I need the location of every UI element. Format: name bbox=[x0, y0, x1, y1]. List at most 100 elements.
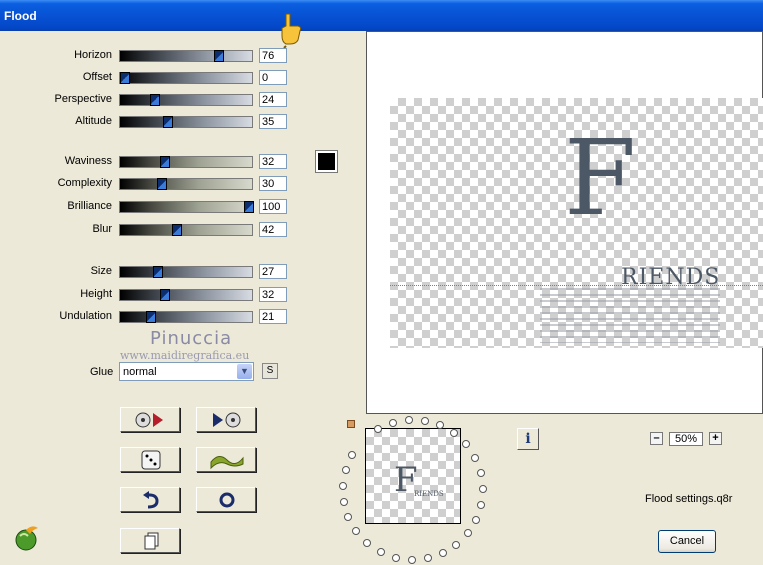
dot-start-marker[interactable] bbox=[347, 420, 355, 428]
slider-value-input[interactable]: 32 bbox=[259, 154, 287, 169]
slider-track[interactable] bbox=[119, 94, 253, 106]
slider-track[interactable] bbox=[119, 311, 253, 323]
slider-value-input[interactable]: 21 bbox=[259, 309, 287, 324]
point-dot[interactable] bbox=[472, 516, 480, 524]
slider-track[interactable] bbox=[119, 50, 253, 62]
slider-row: Perspective 24 bbox=[0, 92, 290, 108]
small-preview-word: RIENDS bbox=[414, 490, 444, 498]
slider-value-input[interactable]: 35 bbox=[259, 114, 287, 129]
randomize-button[interactable] bbox=[120, 447, 180, 472]
wave-icon bbox=[210, 456, 244, 470]
slider-track[interactable] bbox=[119, 116, 253, 128]
save-preset-button[interactable] bbox=[196, 407, 256, 432]
glue-select[interactable]: normal ▼ bbox=[119, 362, 254, 381]
point-dot[interactable] bbox=[339, 482, 347, 490]
slider-track[interactable] bbox=[119, 178, 253, 190]
pointing-hand-icon bbox=[281, 13, 302, 48]
navigator-preview[interactable]: F RIENDS bbox=[365, 428, 461, 524]
plugin-logo-icon bbox=[15, 526, 38, 551]
glue-value: normal bbox=[123, 366, 157, 378]
slider-track[interactable] bbox=[119, 156, 253, 168]
point-dot[interactable] bbox=[342, 466, 350, 474]
slider-row: Complexity 30 bbox=[0, 176, 290, 192]
point-dot[interactable] bbox=[363, 539, 371, 547]
slider-value-input[interactable]: 30 bbox=[259, 176, 287, 191]
copy-button[interactable] bbox=[120, 528, 180, 553]
point-dot[interactable] bbox=[344, 513, 352, 521]
point-dot[interactable] bbox=[348, 451, 356, 459]
slider-label: Waviness bbox=[64, 155, 112, 167]
point-dot[interactable] bbox=[421, 417, 429, 425]
slider-label: Size bbox=[90, 265, 112, 277]
cancel-button[interactable]: Cancel bbox=[658, 530, 716, 553]
load-preset-button[interactable] bbox=[120, 407, 180, 432]
slider-thumb[interactable] bbox=[244, 201, 254, 213]
point-dot[interactable] bbox=[392, 554, 400, 562]
slider-track[interactable] bbox=[119, 289, 253, 301]
point-dot[interactable] bbox=[479, 485, 487, 493]
point-dot[interactable] bbox=[408, 556, 416, 564]
slider-thumb[interactable] bbox=[172, 224, 182, 236]
point-dot[interactable] bbox=[450, 429, 458, 437]
point-dot[interactable] bbox=[471, 454, 479, 462]
main-preview[interactable]: F RIENDS bbox=[366, 31, 763, 414]
zoom-in-button[interactable]: + bbox=[709, 432, 722, 445]
slider-row: Offset 0 bbox=[0, 70, 290, 86]
slider-value-input[interactable]: 27 bbox=[259, 264, 287, 279]
undo-button[interactable] bbox=[120, 487, 180, 512]
point-dot[interactable] bbox=[464, 529, 472, 537]
slider-label: Horizon bbox=[74, 49, 112, 61]
point-dot[interactable] bbox=[374, 425, 382, 433]
watermark-site: www.maidiregrafica.eu bbox=[120, 349, 250, 362]
slider-value-input[interactable]: 32 bbox=[259, 287, 287, 302]
slider-value-input[interactable]: 0 bbox=[259, 70, 287, 85]
slider-value-input[interactable]: 24 bbox=[259, 92, 287, 107]
slider-track[interactable] bbox=[119, 201, 254, 213]
point-dot[interactable] bbox=[405, 416, 413, 424]
zoom-out-button[interactable]: – bbox=[650, 432, 663, 445]
info-button[interactable]: i bbox=[517, 428, 539, 450]
slider-thumb[interactable] bbox=[157, 178, 167, 190]
undo-arrow-icon bbox=[143, 491, 159, 509]
slider-value-input[interactable]: 100 bbox=[259, 199, 287, 214]
point-dot[interactable] bbox=[462, 440, 470, 448]
slider-track[interactable] bbox=[119, 72, 253, 84]
slider-track[interactable] bbox=[119, 224, 253, 236]
point-dot[interactable] bbox=[424, 554, 432, 562]
point-dot[interactable] bbox=[352, 527, 360, 535]
point-dot[interactable] bbox=[340, 498, 348, 506]
point-dot[interactable] bbox=[439, 549, 447, 557]
color-swatch[interactable] bbox=[315, 150, 338, 173]
slider-thumb[interactable] bbox=[146, 311, 156, 323]
slider-value-input[interactable]: 76 bbox=[259, 48, 287, 63]
glue-label: Glue bbox=[90, 366, 114, 378]
slider-thumb[interactable] bbox=[153, 266, 163, 278]
point-dot[interactable] bbox=[436, 421, 444, 429]
point-dot[interactable] bbox=[477, 469, 485, 477]
slider-label: Altitude bbox=[75, 115, 112, 127]
slider-thumb[interactable] bbox=[160, 289, 170, 301]
slider-thumb[interactable] bbox=[163, 116, 173, 128]
reset-button[interactable] bbox=[196, 487, 256, 512]
slider-thumb[interactable] bbox=[160, 156, 170, 168]
title-bar: Flood bbox=[0, 0, 763, 31]
slider-row: Brilliance 100 bbox=[0, 199, 290, 215]
slider-row: Undulation 21 bbox=[0, 309, 290, 325]
slider-thumb[interactable] bbox=[120, 72, 130, 84]
point-dot[interactable] bbox=[477, 501, 485, 509]
glue-s-button[interactable]: S bbox=[262, 363, 278, 379]
effect-wave-button[interactable] bbox=[196, 447, 256, 472]
chevron-down-icon[interactable]: ▼ bbox=[237, 364, 252, 379]
slider-label: Brilliance bbox=[67, 200, 112, 212]
slider-thumb[interactable] bbox=[150, 94, 160, 106]
slider-row: Horizon 76 bbox=[0, 48, 290, 64]
slider-label: Blur bbox=[92, 223, 112, 235]
point-dot[interactable] bbox=[452, 541, 460, 549]
point-dot[interactable] bbox=[389, 419, 397, 427]
arrow-disc-icon bbox=[213, 412, 241, 428]
point-dot[interactable] bbox=[377, 548, 385, 556]
ring-icon bbox=[219, 492, 235, 508]
slider-thumb[interactable] bbox=[214, 50, 224, 62]
slider-track[interactable] bbox=[119, 266, 253, 278]
slider-value-input[interactable]: 42 bbox=[259, 222, 287, 237]
